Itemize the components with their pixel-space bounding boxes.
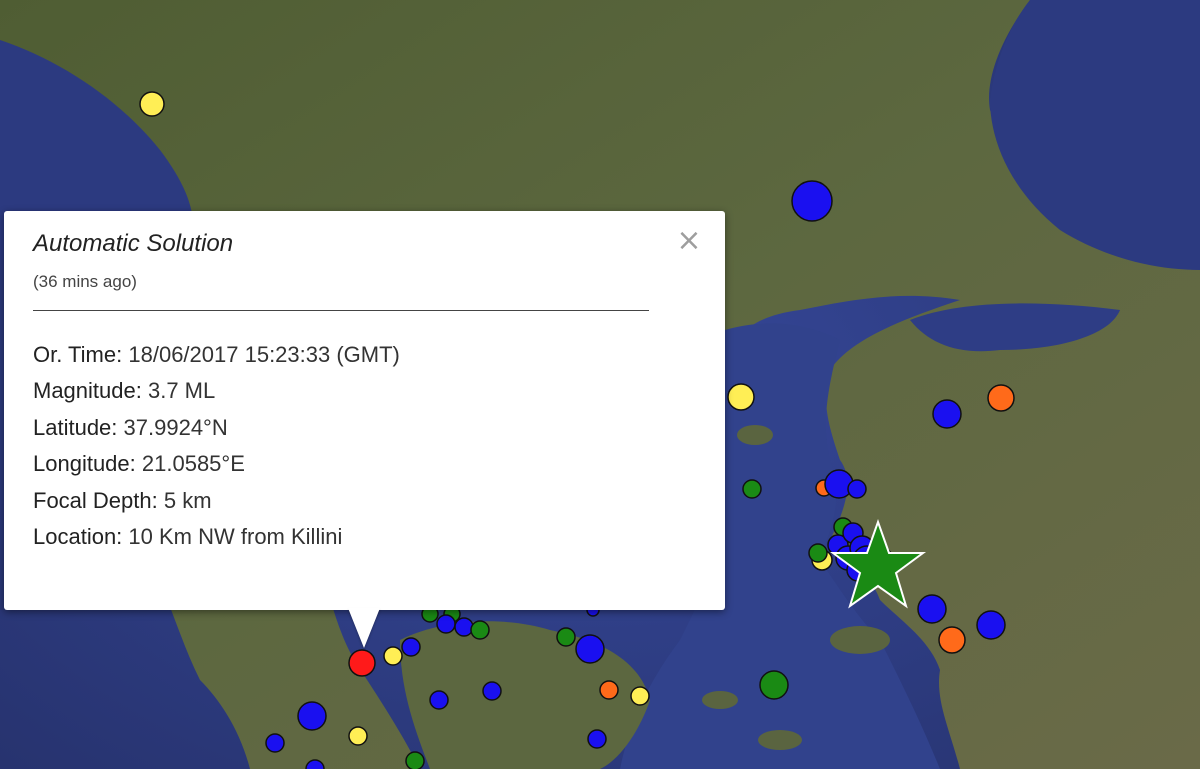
field-label: Latitude: — [33, 414, 118, 440]
field-label: Magnitude: — [33, 378, 142, 404]
island — [830, 626, 890, 654]
field-label: Or. Time: — [33, 342, 123, 367]
event-marker-blue[interactable] — [932, 399, 962, 429]
popup-title: Automatic Solution — [33, 230, 234, 257]
island — [737, 425, 773, 445]
event-marker-blue[interactable] — [976, 610, 1006, 640]
field-focal-depth: Focal Depth: 5 km — [33, 483, 696, 519]
event-marker-green[interactable] — [759, 670, 789, 700]
close-icon[interactable]: × — [675, 226, 703, 256]
event-marker-blue[interactable] — [575, 634, 605, 664]
field-value: 21.0585°E — [141, 451, 245, 477]
event-info-popup: × Automatic Solution (36 mins ago) Or. T… — [4, 211, 725, 610]
popup-divider — [33, 310, 649, 311]
field-location: Location: 10 Km NW from Killini — [33, 519, 696, 555]
event-marker-orange[interactable] — [987, 384, 1015, 412]
event-marker-blue[interactable] — [429, 690, 449, 710]
event-marker-blue[interactable] — [587, 729, 607, 749]
event-marker-green[interactable] — [808, 543, 828, 563]
field-value: 10 Km NW from Killini — [128, 524, 343, 550]
field-label: Location: — [33, 524, 123, 550]
island — [758, 730, 802, 750]
island — [702, 691, 738, 709]
event-marker-yellow[interactable] — [139, 91, 165, 117]
event-marker-green[interactable] — [556, 627, 576, 647]
event-marker-blue[interactable] — [847, 479, 867, 499]
event-marker-blue[interactable] — [265, 733, 285, 753]
field-latitude: Latitude: 37.9924°N — [33, 410, 696, 446]
event-marker-blue[interactable] — [401, 637, 421, 657]
event-marker-yellow[interactable] — [383, 646, 403, 666]
field-label: Focal Depth: — [33, 487, 158, 513]
field-label: Longitude: — [33, 451, 136, 477]
popup-pointer — [348, 608, 380, 648]
event-marker-orange[interactable] — [599, 680, 619, 700]
epicenter-red-marker[interactable] — [348, 649, 376, 677]
field-magnitude: Magnitude: 3.7 ML — [33, 373, 696, 409]
field-longitude: Longitude: 21.0585°E — [33, 446, 696, 482]
field-value: 18/06/2017 15:23:33 (GMT) — [128, 342, 400, 367]
event-marker-blue[interactable] — [297, 701, 327, 731]
event-marker-yellow[interactable] — [630, 686, 650, 706]
event-marker-blue[interactable] — [917, 594, 947, 624]
event-marker-blue[interactable] — [482, 681, 502, 701]
popup-subtitle: (36 mins ago) — [33, 272, 137, 291]
field-origin-time: Or. Time: 18/06/2017 15:23:33 (GMT) — [33, 337, 696, 373]
event-marker-blue[interactable] — [436, 614, 456, 634]
event-marker-yellow[interactable] — [348, 726, 368, 746]
field-value: 37.9924°N — [123, 414, 228, 440]
event-marker-blue[interactable] — [791, 180, 833, 222]
event-marker-yellow[interactable] — [727, 383, 755, 411]
event-marker-blue[interactable] — [454, 617, 474, 637]
field-value: 5 km — [163, 487, 212, 513]
event-marker-green[interactable] — [470, 620, 490, 640]
field-value: 3.7 ML — [147, 378, 216, 404]
event-marker-green[interactable] — [742, 479, 762, 499]
event-marker-green[interactable] — [405, 751, 425, 769]
event-marker-orange[interactable] — [938, 626, 966, 654]
